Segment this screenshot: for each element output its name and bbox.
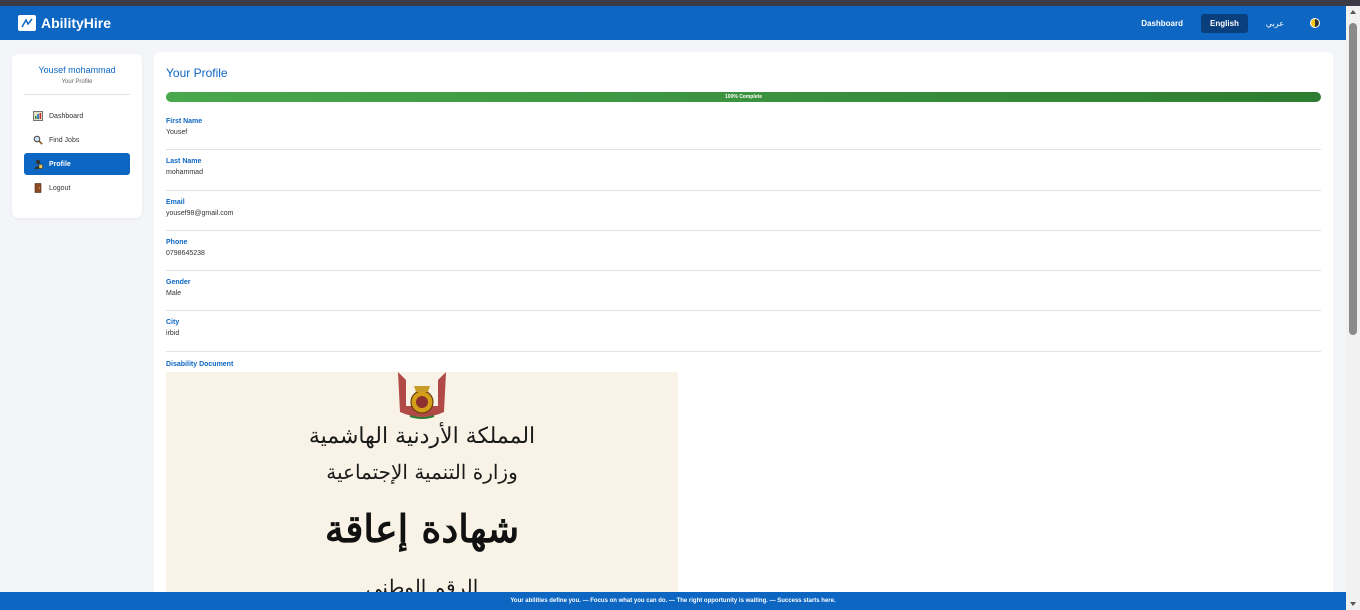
search-icon (32, 135, 43, 146)
scroll-up-arrow-icon[interactable] (1350, 10, 1356, 14)
footer-ticker: Your abilities define you. — Focus on wh… (0, 592, 1346, 610)
field-label: Phone (166, 239, 188, 246)
field-label: Gender (166, 279, 191, 286)
profile-panel: Your Profile 100% Complete First Name Yo… (154, 52, 1333, 602)
sidebar-item-label: Find Jobs (49, 136, 80, 144)
sidebar-item-dashboard[interactable]: Dashboard (24, 105, 130, 127)
brand-logo-icon (18, 15, 36, 31)
jordan-coat-of-arms-icon (398, 372, 446, 419)
sidebar-item-find-jobs[interactable]: Find Jobs (24, 129, 130, 151)
dashboard-icon (32, 111, 43, 122)
disability-document-label: Disability Document (166, 361, 234, 368)
brand[interactable]: AbilityHire (18, 15, 111, 31)
sidebar-user-subtitle: Your Profile (61, 79, 93, 85)
field-label: Email (166, 199, 185, 206)
nav-links: Dashboard English عربي (1121, 13, 1320, 33)
sidebar-divider (24, 94, 130, 95)
field-label: First Name (166, 118, 203, 125)
document-line-kingdom: المملكة الأردنية الهاشمية (308, 424, 536, 449)
sidebar-item-label: Logout (49, 184, 71, 192)
brand-name: AbilityHire (41, 15, 112, 31)
sidebar-item-label: Profile (49, 160, 71, 168)
field-value: Yousef (166, 129, 188, 136)
page-title: Your Profile (166, 66, 228, 80)
field-value: Male (166, 290, 182, 297)
field-value: 0798645238 (166, 250, 205, 257)
field-label: City (166, 319, 180, 326)
sidebar-item-logout[interactable]: Logout (24, 177, 130, 199)
document-line-ministry: وزارة التنمية الإجتماعية (326, 460, 518, 484)
profile-completion-progress-bar: 100% Complete (166, 92, 1321, 102)
field-last-name: Last Name mohammad (166, 158, 1321, 191)
language-arabic-button[interactable]: عربي (1266, 19, 1284, 28)
progress-label: 100% Complete (725, 94, 762, 100)
field-first-name: First Name Yousef (166, 118, 1321, 150)
disability-document-image[interactable]: المملكة الأردنية الهاشمية وزارة التنمية … (166, 372, 678, 602)
scroll-thumb[interactable] (1349, 23, 1357, 335)
document-line-certificate-title: شهادة إعاقة (324, 506, 520, 551)
field-label: Last Name (166, 158, 202, 165)
nav-dashboard-link[interactable]: Dashboard (1141, 19, 1183, 28)
field-city: City irbid (166, 319, 1321, 352)
profile-icon (32, 159, 43, 170)
sidebar-user-name: Yousef mohammad (38, 65, 116, 75)
sidebar: Yousef mohammad Your Profile Dashboard F… (12, 54, 142, 218)
logout-icon (32, 183, 43, 194)
sidebar-item-label: Dashboard (49, 112, 84, 120)
top-navbar: AbilityHire Dashboard English عربي (0, 6, 1346, 40)
field-value: mohammad (166, 169, 203, 176)
theme-toggle-icon[interactable] (1310, 18, 1320, 28)
field-email: Email yousef98@gmail.com (166, 199, 1321, 231)
field-phone: Phone 0798645238 (166, 239, 1321, 271)
field-value: irbid (166, 330, 180, 337)
field-value: yousef98@gmail.com (166, 210, 234, 217)
sidebar-item-profile[interactable]: Profile (24, 153, 130, 175)
page-scrollbar[interactable] (1346, 6, 1360, 610)
language-english-button[interactable]: English (1201, 13, 1248, 33)
scroll-down-arrow-icon[interactable] (1350, 602, 1356, 606)
field-gender: Gender Male (166, 279, 1321, 311)
